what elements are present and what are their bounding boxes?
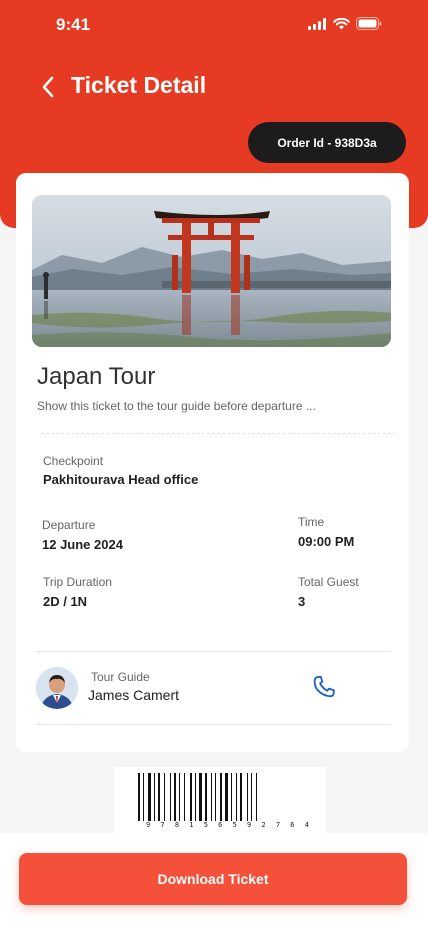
barcode-bar [199,773,202,821]
barcode-bar [240,773,242,821]
divider-bottom [36,724,391,725]
order-id-badge: Order Id - 938D3a [248,122,406,163]
barcode-bar [215,773,216,821]
back-button[interactable] [36,74,60,100]
barcode-bar [138,773,140,821]
barcode-bar [154,773,155,821]
torii-gate-photo [32,195,391,347]
barcode-bar [236,773,237,821]
tour-title: Japan Tour [37,363,156,390]
barcode-bar [247,773,248,821]
checkpoint-label: Checkpoint [43,454,104,468]
total-guest-value: 3 [298,594,306,609]
time-label: Time [298,515,325,529]
battery-icon [356,17,382,30]
tour-image [32,195,391,347]
status-bar: 9:41 [0,0,428,50]
barcode-bar [184,773,185,821]
barcode-bar [251,773,252,821]
call-guide-button[interactable] [310,673,338,701]
ticket-card: Japan Tour Show this ticket to the tour … [16,173,409,752]
barcode: 9 7 8 1 5 6 5 9 2 7 6 4 [114,767,326,833]
barcode-bar [148,773,151,821]
barcode-bar [143,773,144,821]
tour-guide-name: James Camert [88,687,180,703]
barcode-bar [205,773,207,821]
departure-label: Departure [42,518,96,532]
time-value: 09:00 PM [298,534,355,549]
signal-icon [308,17,326,30]
barcode-bar [211,773,212,821]
barcode-bar [195,773,196,821]
divider-top [36,651,391,652]
barcode-bar [174,773,176,821]
avatar [36,667,78,709]
status-icons [308,17,382,30]
download-ticket-button[interactable]: Download Ticket [19,853,407,905]
barcode-bar [256,773,257,821]
barcode-bar [190,773,192,821]
status-time: 9:41 [56,15,91,34]
barcode-bar [179,773,180,821]
guide-photo [36,667,78,709]
tour-subtitle: Show this ticket to the tour guide befor… [37,399,316,413]
barcode-digits: 9 7 8 1 5 6 5 9 2 7 6 4 [146,821,312,829]
checkpoint-value: Pakhitourava Head office [43,472,199,487]
trip-duration-label: Trip Duration [43,575,112,589]
departure-value: 12 June 2024 [42,537,123,552]
trip-duration-value: 2D / 1N [43,594,88,609]
chevron-left-icon [42,76,54,98]
tour-guide-label: Tour Guide [91,670,150,684]
barcode-bar [220,773,222,821]
dashed-divider [41,433,396,434]
barcode-bar [231,773,232,821]
barcode-bar [164,773,165,821]
barcode-bar [170,773,171,821]
barcode-bar [225,773,228,821]
wifi-icon [333,17,350,29]
page-title: Ticket Detail [71,72,207,98]
phone-icon [313,675,335,698]
total-guest-label: Total Guest [298,575,359,589]
barcode-bar [158,773,160,821]
